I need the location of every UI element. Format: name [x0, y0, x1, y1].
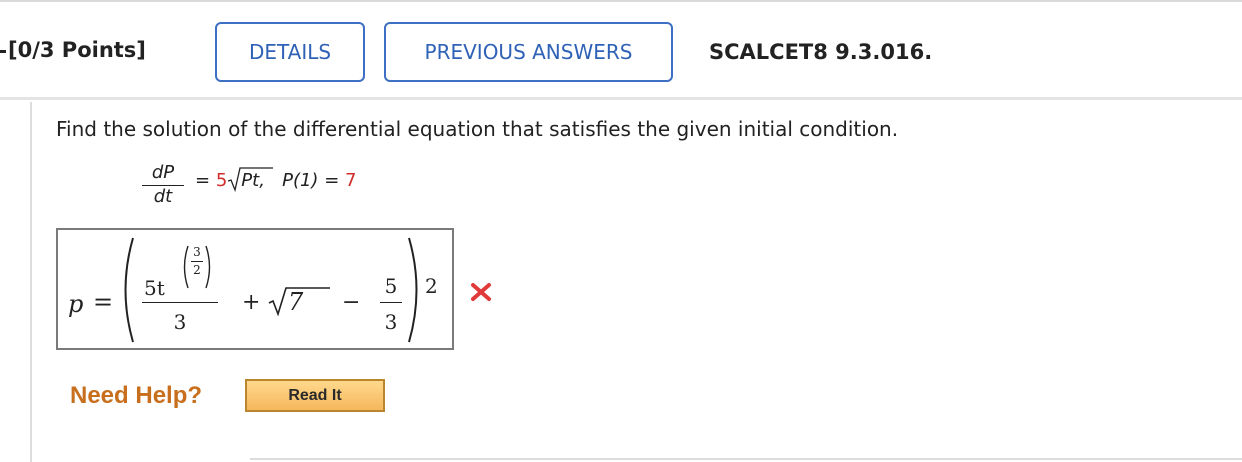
exponent-bar — [191, 261, 203, 262]
sqrt-argument: 7 — [288, 288, 304, 316]
incorrect-x-icon — [471, 283, 491, 301]
question-prompt: Find the solution of the differential eq… — [56, 117, 899, 141]
bottom-divider — [250, 458, 1242, 460]
initial-condition-lhs: P(1) — [282, 170, 319, 191]
term3-numerator: 5 — [384, 274, 398, 298]
read-it-button[interactable]: Read It — [245, 379, 385, 412]
question-number-fragment — [0, 50, 6, 53]
answer-display[interactable]: p = 5t 3 2 3 + 7 − 5 3 2 — [56, 228, 454, 350]
equals-sign: = — [195, 170, 211, 191]
question-header: [0/3 Points] DETAILS PREVIOUS ANSWERS SC… — [0, 0, 1242, 100]
term3-denominator: 3 — [384, 310, 398, 334]
previous-answers-button[interactable]: PREVIOUS ANSWERS — [384, 22, 673, 82]
sqrt-sign-icon — [228, 167, 274, 193]
coefficient: 5 — [215, 170, 228, 191]
term1-coefficient: 5t — [144, 276, 165, 300]
details-button[interactable]: DETAILS — [215, 22, 365, 82]
points-label: [0/3 Points] — [8, 38, 146, 62]
problem-code: SCALCET8 9.3.016. — [709, 40, 933, 64]
outer-exponent: 2 — [425, 274, 438, 298]
right-paren-icon — [408, 237, 418, 343]
left-paren-icon — [124, 237, 134, 343]
left-divider — [30, 102, 32, 462]
small-right-paren-icon — [205, 245, 211, 289]
derivative-denominator: dt — [153, 186, 173, 207]
plus-sign: + — [242, 290, 261, 315]
minus-sign: − — [342, 290, 361, 315]
question-points: [0/3 Points] — [0, 38, 146, 62]
derivative-numerator: dP — [151, 162, 175, 183]
condition-equals: = — [324, 170, 340, 191]
condition-value: 7 — [345, 170, 357, 191]
term1-fraction-bar — [142, 302, 218, 303]
answer-variable: p — [68, 290, 84, 318]
square-root: Pt, — [227, 167, 274, 193]
equation-rhs: = 5 Pt, P(1) = 7 — [195, 167, 357, 193]
answer-equals: = — [93, 288, 114, 316]
term1-denominator: 3 — [173, 310, 187, 334]
exponent-denominator: 2 — [193, 263, 201, 277]
need-help-label: Need Help? — [70, 382, 203, 409]
exponent-numerator: 3 — [193, 245, 201, 259]
term3-fraction-bar — [380, 302, 402, 303]
small-left-paren-icon — [183, 245, 189, 289]
